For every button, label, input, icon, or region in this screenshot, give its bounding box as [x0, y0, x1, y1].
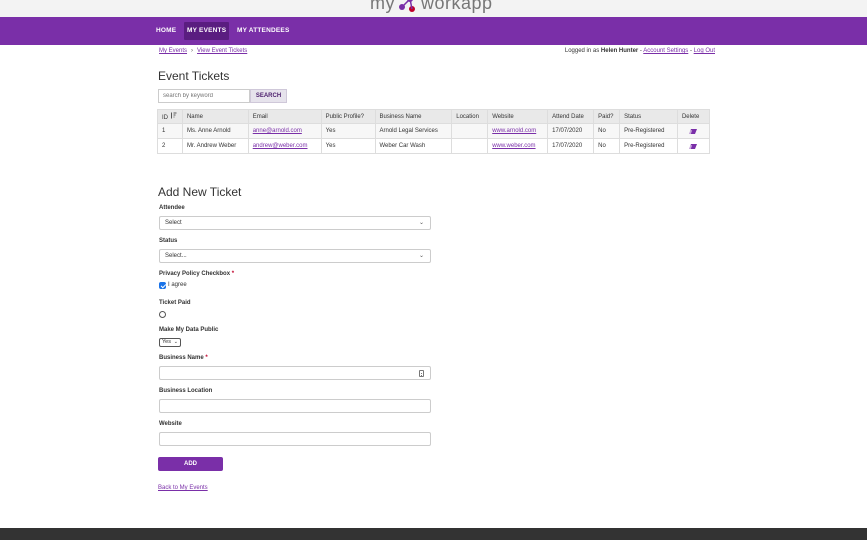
tickets-table: ID Name Email Public Profile? Business N…: [157, 109, 711, 154]
cell-delete: [676, 123, 711, 139]
cell-date: 17/07/2020: [547, 138, 595, 154]
public-data-label: Make My Data Public: [159, 327, 219, 333]
nav-my-events[interactable]: MY EVENTS: [184, 22, 230, 40]
cell-business: Weber Car Wash: [374, 138, 453, 154]
cell-delete: [676, 138, 711, 154]
col-status: Status: [619, 109, 678, 124]
nav-my-attendees[interactable]: MY ATTENDEES: [234, 22, 292, 40]
website-input[interactable]: [159, 432, 431, 446]
cell-public: Yes: [320, 123, 376, 139]
cell-location: [451, 138, 489, 154]
back-to-my-events-link[interactable]: Back to My Events: [158, 485, 208, 491]
breadcrumb-my-events[interactable]: My Events: [159, 48, 187, 54]
contact-card-icon[interactable]: [419, 370, 424, 377]
status-select[interactable]: Select... ⌄: [159, 249, 431, 263]
page-title: Event Tickets: [158, 69, 230, 83]
breadcrumb-separator: ›: [191, 48, 194, 54]
logo-text-left: my: [370, 0, 395, 13]
app-logo[interactable]: my workapp: [370, 0, 493, 14]
attendee-label: Attendee: [159, 205, 185, 211]
ticket-paid-label: Ticket Paid: [159, 300, 191, 306]
account-settings-link[interactable]: Account Settings: [643, 48, 688, 54]
cell-website: www.weber.com: [487, 138, 549, 154]
main-nav: HOME MY EVENTS MY ATTENDEES: [0, 17, 867, 45]
col-website: Website: [487, 109, 549, 124]
col-name: Name: [181, 109, 249, 124]
status-select-value: Select...: [165, 253, 187, 259]
cell-status: Pre-Registered: [619, 123, 678, 139]
attendee-select-value: Select: [165, 220, 182, 226]
breadcrumb-view-event-tickets[interactable]: View Event Tickets: [197, 48, 247, 54]
cell-email: anne@arnold.com: [247, 123, 322, 139]
website-link[interactable]: www.arnold.com: [492, 128, 536, 134]
cell-website: www.arnold.com: [487, 123, 549, 139]
cell-id: 1: [157, 123, 183, 139]
eraser-icon[interactable]: [689, 128, 698, 134]
col-id-label: ID: [162, 115, 168, 121]
privacy-label: Privacy Policy Checkbox *: [159, 271, 234, 277]
nav-home[interactable]: HOME: [153, 22, 179, 40]
required-marker: *: [231, 271, 235, 277]
logout-link[interactable]: Log Out: [694, 48, 715, 54]
page-footer: [0, 528, 867, 540]
public-data-value: Yes: [162, 339, 171, 345]
eraser-icon[interactable]: [689, 143, 698, 149]
status-label: Status: [159, 238, 178, 244]
ticket-paid-checkbox[interactable]: [159, 311, 166, 318]
chevron-down-icon: ⌄: [418, 253, 424, 259]
website-link[interactable]: www.weber.com: [492, 143, 535, 149]
privacy-checkbox[interactable]: [159, 282, 166, 289]
cell-status: Pre-Registered: [619, 138, 678, 154]
cell-name: Mr. Andrew Weber: [181, 138, 249, 154]
logo-text-right: workapp: [421, 0, 493, 13]
cell-business: Arnold Legal Services: [374, 123, 453, 139]
email-link[interactable]: andrew@weber.com: [253, 143, 308, 149]
attendee-select[interactable]: Select ⌄: [159, 216, 431, 230]
privacy-option-label: I agree: [168, 282, 187, 288]
top-header: my workapp: [0, 0, 867, 17]
search-input[interactable]: [158, 89, 250, 103]
cell-id: 2: [157, 138, 183, 154]
col-attend-date: Attend Date: [547, 109, 595, 124]
table-row: 1 Ms. Anne Arnold anne@arnold.com Yes Ar…: [157, 123, 711, 139]
email-link[interactable]: anne@arnold.com: [253, 128, 302, 134]
business-location-input[interactable]: [159, 399, 431, 413]
business-location-label: Business Location: [159, 388, 213, 394]
business-name-input[interactable]: [159, 366, 431, 380]
chevron-down-icon: ⌄: [173, 339, 178, 345]
breadcrumb: My Events › View Event Tickets: [159, 48, 247, 54]
cell-paid: No: [593, 123, 621, 139]
col-business-name: Business Name: [374, 109, 453, 124]
search-button[interactable]: SEARCH: [250, 89, 287, 103]
logo-icon: [397, 0, 419, 13]
col-delete: Delete: [676, 109, 711, 124]
col-public-profile: Public Profile?: [320, 109, 376, 124]
privacy-label-text: Privacy Policy Checkbox: [159, 271, 231, 277]
session-info: Logged in as Helen Hunter - Account Sett…: [565, 48, 715, 54]
table-row: 2 Mr. Andrew Weber andrew@weber.com Yes …: [157, 138, 711, 154]
cell-location: [451, 123, 489, 139]
table-header-row: ID Name Email Public Profile? Business N…: [157, 109, 711, 124]
sort-icon[interactable]: [170, 112, 177, 121]
login-prefix: Logged in as: [564, 48, 600, 54]
cell-email: andrew@weber.com: [247, 138, 322, 154]
public-data-select[interactable]: Yes ⌄: [159, 338, 181, 347]
user-name: Helen Hunter: [600, 48, 639, 54]
col-paid: Paid?: [593, 109, 621, 124]
cell-paid: No: [593, 138, 621, 154]
cell-name: Ms. Anne Arnold: [181, 123, 249, 139]
col-email: Email: [247, 109, 322, 124]
col-location: Location: [451, 109, 489, 124]
add-button[interactable]: ADD: [158, 457, 223, 471]
business-name-label-text: Business Name: [159, 355, 204, 361]
cell-date: 17/07/2020: [547, 123, 595, 139]
required-marker: *: [205, 355, 208, 361]
chevron-down-icon: ⌄: [418, 220, 424, 226]
cell-public: Yes: [320, 138, 376, 154]
col-id[interactable]: ID: [157, 109, 183, 124]
business-name-label: Business Name *: [159, 355, 208, 361]
website-label: Website: [159, 421, 182, 427]
form-title: Add New Ticket: [158, 185, 242, 199]
